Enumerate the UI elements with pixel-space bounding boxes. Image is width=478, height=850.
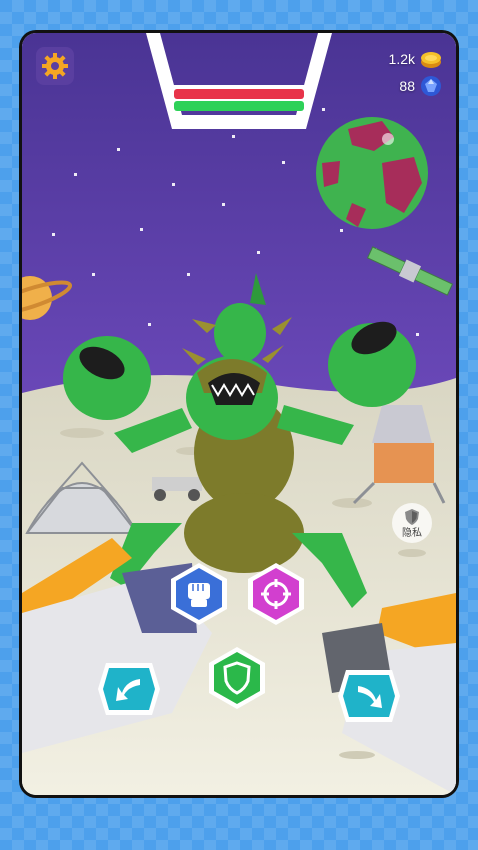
defend-button[interactable]: [207, 645, 267, 711]
gem-counter: 88: [399, 75, 442, 97]
coin-count: 1.2k: [388, 51, 415, 67]
gem-icon: [421, 76, 441, 96]
health-bar-panel: [146, 33, 332, 129]
privacy-label: 隐私: [402, 527, 422, 539]
gem-count: 88: [399, 78, 415, 94]
fist-icon: [188, 583, 210, 607]
target-button[interactable]: [246, 561, 306, 627]
player-health-bar: [174, 101, 304, 111]
enemy-health-bar: [174, 89, 304, 99]
dodge-right-button[interactable]: [336, 666, 402, 726]
settings-button[interactable]: [36, 47, 74, 85]
gear-icon: [42, 53, 68, 79]
dodge-left-button[interactable]: [96, 659, 162, 719]
privacy-button[interactable]: 隐私: [392, 503, 432, 543]
coin-icon: [421, 52, 441, 68]
game-viewport: 1.2k 88 隐私: [22, 33, 456, 795]
coin-counter: 1.2k: [389, 49, 442, 69]
earth-planet: [316, 117, 428, 229]
attack-button[interactable]: [169, 561, 229, 627]
